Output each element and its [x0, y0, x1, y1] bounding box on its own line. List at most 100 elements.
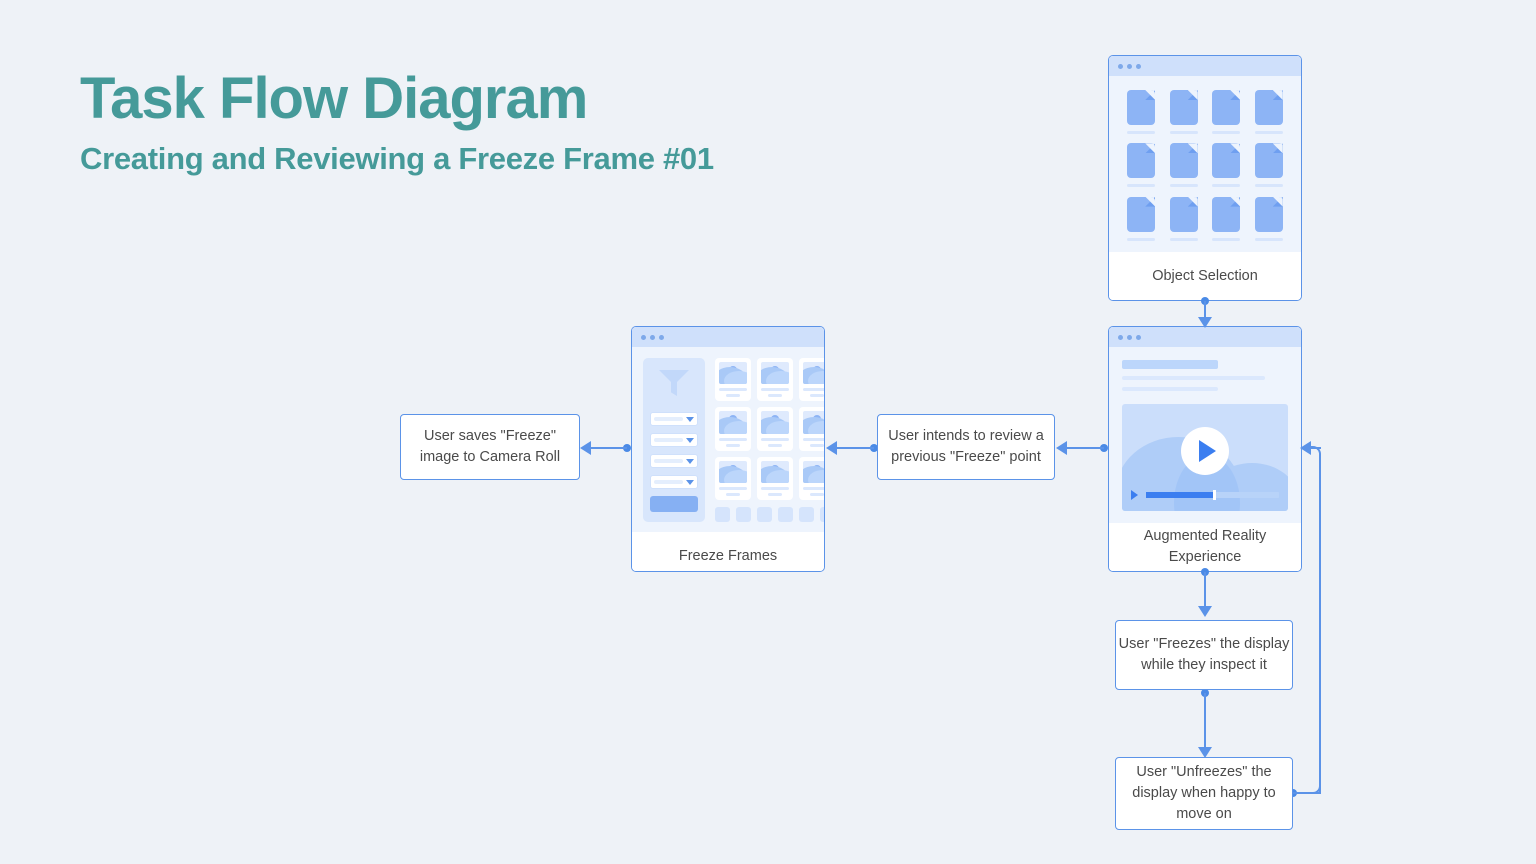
thumbnail-item[interactable] [715, 456, 751, 500]
thumbnail-subcaption [768, 394, 782, 398]
object-item[interactable] [1250, 196, 1289, 244]
pagination-item[interactable] [820, 507, 824, 522]
ar-content [1109, 347, 1301, 523]
thumbnail-item[interactable] [757, 358, 793, 402]
object-item[interactable] [1165, 143, 1204, 190]
window-dot-icon [1136, 63, 1141, 69]
process-line: while they inspect it [1141, 657, 1267, 673]
screen-label-freeze-frames: Freeze Frames [632, 532, 824, 571]
hill-shape [766, 371, 789, 385]
thumbnail-subcaption [768, 443, 782, 447]
filter-dropdown[interactable] [650, 433, 698, 447]
screen-object-selection[interactable]: Object Selection [1108, 55, 1302, 301]
filter-dropdown[interactable] [650, 412, 698, 426]
document-icon [1127, 196, 1156, 232]
process-line: User saves "Freeze" [424, 427, 556, 444]
filter-sidebar [643, 358, 705, 522]
thumbnail-item[interactable] [757, 407, 793, 451]
chevron-down-icon [686, 458, 694, 464]
object-item[interactable] [1122, 90, 1161, 137]
thumbnail-item[interactable] [715, 358, 751, 402]
process-box-save-freeze-image[interactable]: User saves "Freeze" image to Camera Roll [400, 414, 580, 480]
document-icon [1169, 143, 1198, 179]
process-line: previous "Freeze" point [891, 449, 1041, 465]
object-caption [1127, 131, 1156, 134]
ar-heading-placeholder [1122, 360, 1219, 369]
image-placeholder [761, 362, 789, 385]
image-placeholder [719, 362, 747, 385]
object-item[interactable] [1165, 196, 1204, 244]
pagination-item[interactable] [799, 507, 814, 522]
thumbnail-item[interactable] [715, 407, 751, 451]
progress-track[interactable] [1146, 490, 1279, 500]
object-item[interactable] [1165, 90, 1204, 137]
play-button[interactable] [1181, 427, 1229, 476]
video-controls[interactable] [1131, 490, 1279, 500]
diagram-canvas: Task Flow Diagram Creating and Reviewing… [0, 0, 1536, 864]
filter-dropdown[interactable] [650, 454, 698, 468]
window-dot-icon [659, 334, 664, 340]
document-icon [1169, 196, 1198, 232]
pagination-item[interactable] [715, 507, 730, 522]
page-header: Task Flow Diagram Creating and Reviewing… [80, 67, 714, 177]
funnel-icon [659, 370, 689, 396]
thumbnail-item[interactable] [799, 456, 824, 500]
process-box-review-previous-freeze[interactable]: User intends to review a previous "Freez… [877, 414, 1055, 480]
object-item[interactable] [1122, 196, 1161, 244]
image-placeholder [803, 460, 824, 483]
pagination-item[interactable] [757, 507, 772, 522]
object-item[interactable] [1207, 196, 1246, 244]
image-placeholder [719, 460, 747, 483]
process-box-text: User "Unfreezes" the display when happy … [1132, 762, 1276, 825]
object-caption [1127, 237, 1156, 241]
pagination-item[interactable] [778, 507, 793, 522]
process-box-freeze-display[interactable]: User "Freezes" the display while they in… [1115, 620, 1293, 690]
progress-handle[interactable] [1212, 490, 1216, 500]
thumbnail-caption [719, 437, 747, 441]
object-caption [1169, 131, 1198, 134]
thumbnail-area [715, 358, 824, 522]
document-icon [1254, 143, 1283, 179]
filter-dropdown[interactable] [650, 475, 698, 489]
thumbnail-item[interactable] [799, 358, 824, 402]
thumbnail-caption [761, 486, 789, 490]
thumbnail-item[interactable] [799, 407, 824, 451]
thumbnail-caption [761, 388, 789, 392]
arrowhead-icon [1056, 441, 1067, 455]
document-icon [1254, 90, 1283, 125]
object-caption [1169, 184, 1198, 188]
document-icon [1127, 90, 1156, 125]
window-dot-icon [1136, 334, 1141, 340]
object-item[interactable] [1250, 90, 1289, 137]
play-icon[interactable] [1131, 490, 1138, 500]
pagination[interactable] [715, 507, 824, 522]
titlebar [632, 327, 824, 347]
process-line: User "Unfreezes" the [1136, 763, 1272, 780]
object-item[interactable] [1250, 143, 1289, 190]
object-caption [1212, 184, 1241, 188]
object-caption [1254, 184, 1283, 188]
screen-freeze-frames[interactable]: Freeze Frames [631, 326, 825, 572]
window-dot-icon [1118, 63, 1123, 69]
arrowhead-icon [826, 441, 837, 455]
video-player[interactable] [1122, 404, 1288, 511]
thumbnail-subcaption [726, 443, 740, 447]
thumbnail-item[interactable] [757, 456, 793, 500]
thumbnail-caption [761, 437, 789, 441]
arrowhead-icon [1300, 441, 1311, 455]
screen-augmented-reality-experience[interactable]: Augmented Reality Experience [1108, 326, 1302, 572]
chevron-down-icon [686, 437, 694, 443]
window-dot-icon [1127, 334, 1132, 340]
object-item[interactable] [1207, 90, 1246, 137]
thumbnail-caption [719, 486, 747, 490]
object-item[interactable] [1122, 143, 1161, 190]
pagination-item[interactable] [736, 507, 751, 522]
object-item[interactable] [1207, 143, 1246, 190]
process-box-unfreeze-display[interactable]: User "Unfreezes" the display when happy … [1115, 757, 1293, 830]
apply-filter-button[interactable] [650, 496, 698, 512]
object-caption [1169, 237, 1198, 241]
hill-shape [724, 371, 747, 385]
connector-freeze-frames-to-save-image [587, 447, 627, 449]
freeze-frames-content [632, 347, 824, 532]
dropdown-value [654, 480, 683, 484]
